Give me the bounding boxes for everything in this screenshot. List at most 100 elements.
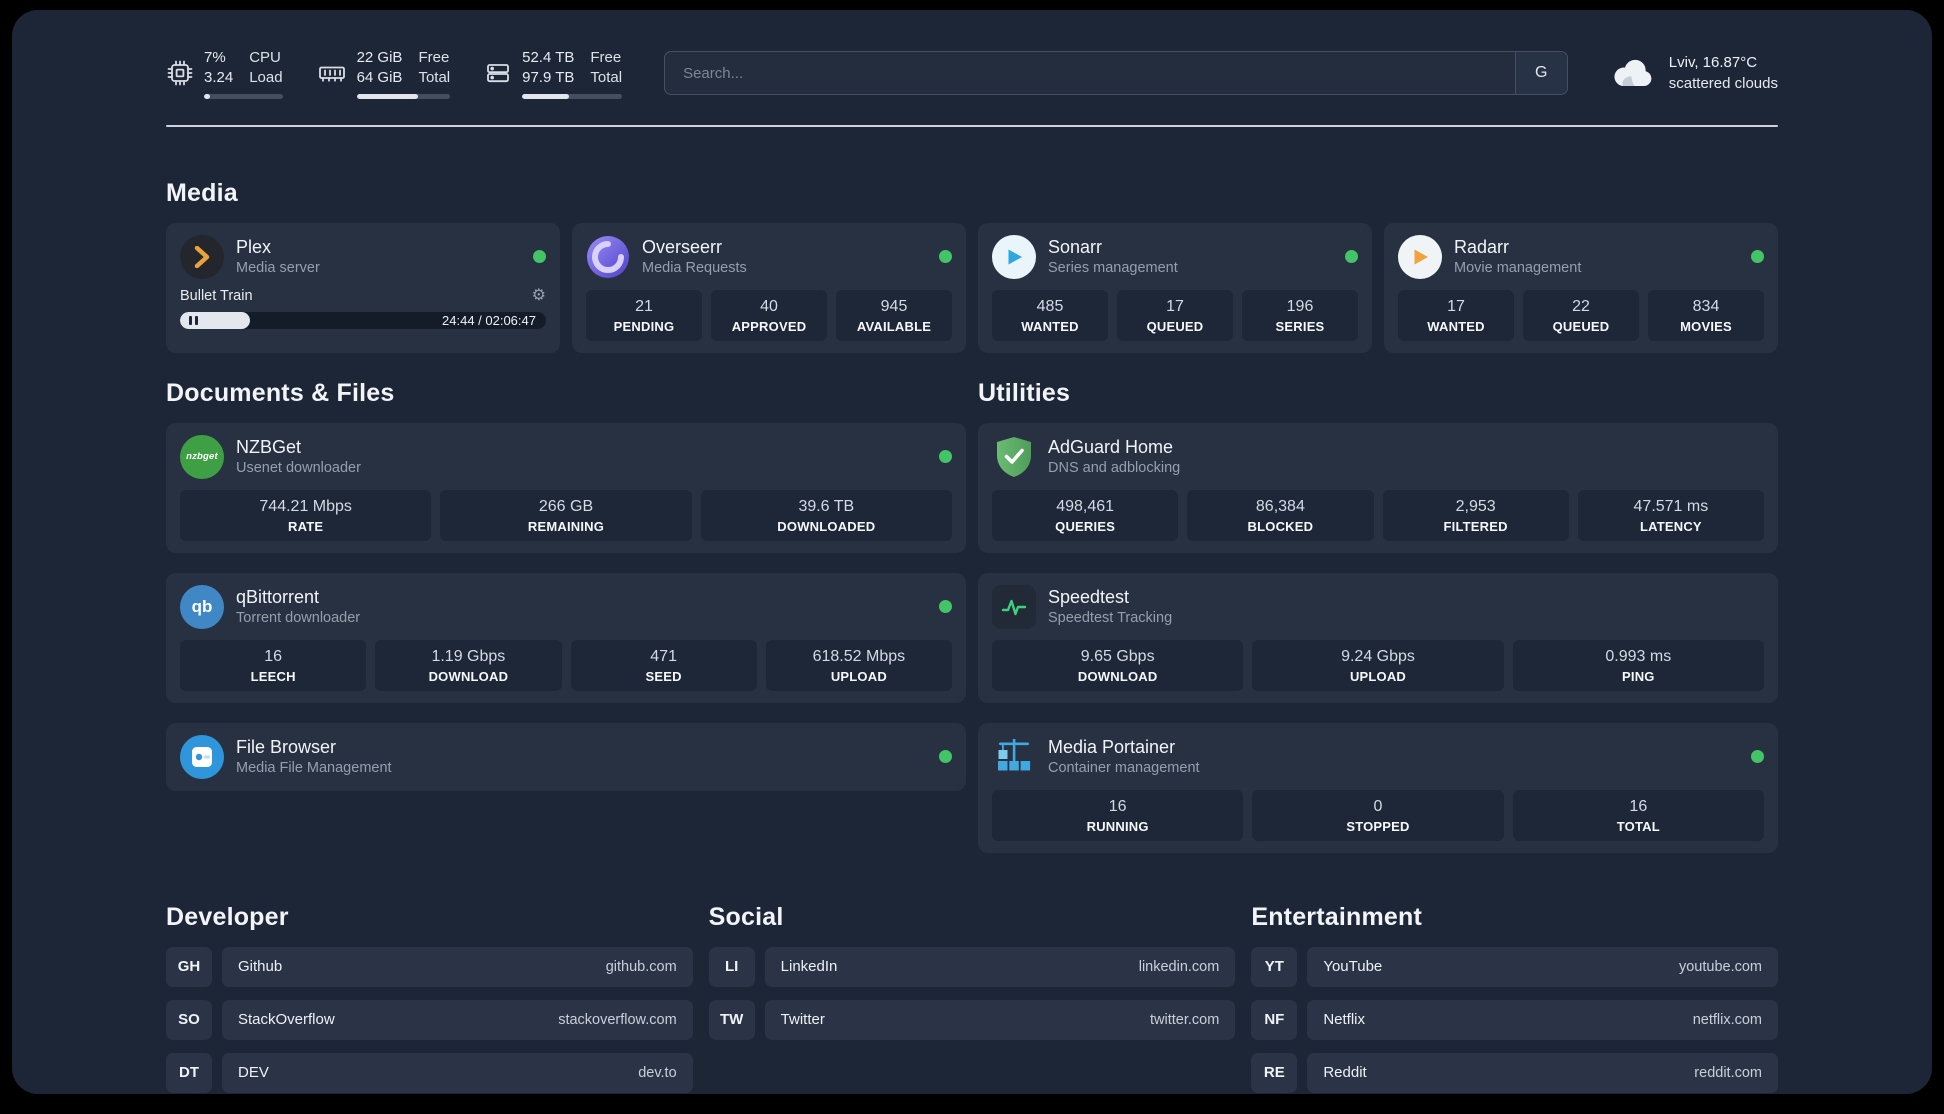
link-badge-reddit[interactable]: RE [1251, 1052, 1298, 1093]
link-badge-linkedin[interactable]: LI [708, 946, 755, 987]
stat-tile: 0 STOPPED [1252, 789, 1504, 841]
seek-bar[interactable]: 24:44 / 02:06:47 [180, 311, 546, 329]
stat-value: 498,461 [1056, 497, 1115, 515]
disk-total-label: Total [590, 69, 623, 87]
stat-tile: 9.24 Gbps UPLOAD [1252, 639, 1504, 691]
disk-total-value: 97.9 TB [522, 69, 575, 87]
link-url: linkedin.com [1138, 958, 1220, 975]
status-dot [939, 450, 952, 463]
disk-usage-bar [522, 93, 623, 99]
stat-label: LEECH [250, 668, 296, 684]
stat-value: 945 [880, 297, 908, 315]
stat-tile: 485 WANTED [992, 289, 1108, 341]
app-card-filebrowser[interactable]: File Browser Media File Management [166, 722, 966, 791]
app-subtitle: Torrent downloader [236, 610, 361, 626]
search-engine-button[interactable]: G [1514, 52, 1567, 95]
link-row: DT DEV dev.to [166, 1052, 693, 1093]
stat-tile: 22 QUEUED [1523, 289, 1639, 341]
stat-label: UPLOAD [830, 668, 887, 684]
stat-tile: 16 LEECH [180, 639, 367, 691]
link-url: stackoverflow.com [558, 1011, 677, 1028]
link-badge-github[interactable]: GH [166, 946, 212, 987]
stat-tile: 17 WANTED [1398, 289, 1514, 341]
link-twitter[interactable]: Twitter twitter.com [764, 999, 1236, 1040]
status-dot [1751, 750, 1764, 763]
link-github[interactable]: Github github.com [222, 946, 693, 987]
link-name: LinkedIn [780, 958, 838, 975]
stat-tile: 744.21 Mbps RATE [180, 489, 432, 541]
stat-label: RATE [288, 518, 324, 534]
link-netflix[interactable]: Netflix netflix.com [1307, 999, 1778, 1040]
app-subtitle: Usenet downloader [236, 460, 361, 476]
stat-label: FILTERED [1443, 518, 1508, 534]
stat-tile: 471 SEED [570, 639, 757, 691]
stat-tile: 1.19 Gbps DOWNLOAD [375, 639, 562, 691]
stat-label: LATENCY [1639, 518, 1702, 534]
app-card-radarr[interactable]: Radarr Movie management 17 WANTED 22 QUE… [1384, 222, 1778, 353]
app-subtitle: Media Requests [642, 260, 747, 276]
stat-label: MOVIES [1680, 318, 1732, 334]
link-reddit[interactable]: Reddit reddit.com [1307, 1052, 1778, 1093]
cpu-usage-bar [204, 93, 283, 99]
app-name: NZBGet [236, 437, 302, 457]
link-row: LI LinkedIn linkedin.com [708, 946, 1236, 987]
sonarr-icon [992, 234, 1036, 279]
stat-value: 485 [1036, 297, 1064, 315]
cpu-load-value: 3.24 [204, 69, 234, 87]
stat-tile: 618.52 Mbps UPLOAD [765, 639, 952, 691]
app-card-speedtest[interactable]: Speedtest Speedtest Tracking 9.65 Gbps D… [978, 572, 1778, 703]
app-card-overseerr[interactable]: Overseerr Media Requests 21 PENDING 40 A… [572, 222, 966, 353]
memory-icon [318, 66, 345, 82]
weather-condition: scattered clouds [1668, 75, 1778, 93]
stat-label: WANTED [1021, 318, 1079, 334]
search-input[interactable] [665, 52, 1515, 95]
app-card-portainer[interactable]: Media Portainer Container management 16 … [978, 722, 1778, 853]
section-title-entertainment: Entertainment [1251, 902, 1423, 931]
memory-total-value: 64 GiB [356, 69, 403, 87]
stat-label: DOWNLOAD [428, 668, 509, 684]
app-name: AdGuard Home [1048, 437, 1174, 457]
stat-value: 0.993 ms [1605, 647, 1672, 665]
link-badge-stackoverflow[interactable]: SO [166, 999, 212, 1040]
app-card-sonarr[interactable]: Sonarr Series management 485 WANTED 17 Q… [978, 222, 1372, 353]
section-title-media: Media [166, 178, 238, 207]
link-badge-youtube[interactable]: YT [1251, 946, 1298, 987]
app-name: qBittorrent [236, 587, 320, 607]
speedtest-icon [992, 584, 1036, 629]
stat-value: 47.571 ms [1633, 497, 1709, 515]
app-subtitle: Movie management [1454, 260, 1582, 276]
app-card-qbittorrent[interactable]: qb qBittorrent Torrent downloader 16 LEE… [166, 572, 966, 703]
app-card-adguard[interactable]: AdGuard Home DNS and adblocking 498,461 … [978, 422, 1778, 553]
stat-value: 22 [1572, 297, 1590, 315]
app-name: Plex [236, 237, 272, 257]
search-bar: G [664, 51, 1568, 96]
link-linkedin[interactable]: LinkedIn linkedin.com [764, 946, 1236, 987]
link-badge-netflix[interactable]: NF [1251, 999, 1298, 1040]
link-row: TW Twitter twitter.com [708, 999, 1236, 1040]
stat-tile: 17 QUEUED [1117, 289, 1233, 341]
section-entertainment: Entertainment YT YouTube youtube.com NF … [1251, 903, 1778, 1093]
app-card-nzbget[interactable]: nzbget NZBGet Usenet downloader 744.21 M… [166, 422, 966, 553]
gear-icon[interactable]: ⚙ [532, 287, 546, 304]
link-url: dev.to [638, 1064, 677, 1081]
pause-icon[interactable] [189, 315, 198, 325]
status-dot [939, 600, 952, 613]
app-card-plex[interactable]: Plex Media server Bullet Train ⚙ 24:44 /… [166, 222, 560, 353]
link-name: YouTube [1323, 958, 1383, 975]
link-dev[interactable]: DEV dev.to [222, 1052, 693, 1093]
link-badge-twitter[interactable]: TW [708, 999, 755, 1040]
adguard-icon [992, 435, 1036, 479]
section-documents: Documents & Files nzbget NZBGet Usenet d… [166, 379, 966, 791]
link-youtube[interactable]: YouTube youtube.com [1307, 946, 1778, 987]
filebrowser-icon [180, 734, 224, 779]
stat-tile: 9.65 Gbps DOWNLOAD [992, 639, 1244, 691]
section-title-developer: Developer [166, 902, 289, 931]
link-row: SO StackOverflow stackoverflow.com [166, 999, 693, 1040]
link-stackoverflow[interactable]: StackOverflow stackoverflow.com [222, 999, 693, 1040]
stat-value: 39.6 TB [798, 497, 855, 515]
stat-tile: 0.993 ms PING [1512, 639, 1764, 691]
app-name: File Browser [236, 737, 337, 757]
section-social: Social LI LinkedIn linkedin.com TW Twitt… [708, 903, 1236, 1040]
link-badge-dev[interactable]: DT [166, 1052, 212, 1093]
cpu-load-label: Load [249, 69, 283, 87]
